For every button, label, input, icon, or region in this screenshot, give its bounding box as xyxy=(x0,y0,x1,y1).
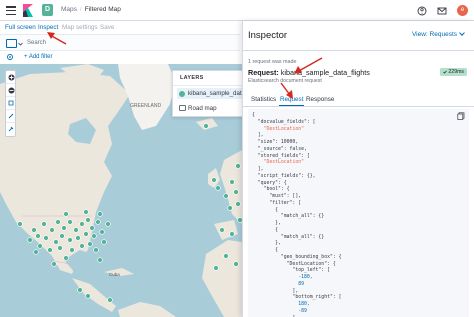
layer-item-road-map[interactable]: Road map xyxy=(177,103,243,114)
query-bar: Search xyxy=(0,34,240,51)
mail-icon[interactable] xyxy=(437,6,447,16)
breadcrumb-maps[interactable]: Maps xyxy=(61,6,77,13)
tools-button[interactable] xyxy=(6,123,15,136)
code-line: "DestLocation" xyxy=(263,160,304,166)
filter-row: + Add filter xyxy=(0,51,240,63)
code-line: ], xyxy=(252,133,264,139)
view-requests-label: View: Requests xyxy=(411,31,457,38)
request-label: Request: xyxy=(248,68,279,77)
breadcrumb: Maps / Filtered Map xyxy=(61,6,121,13)
code-line: "script_fields": {}, xyxy=(252,173,316,179)
code-line: "filter": [ xyxy=(252,200,302,206)
code-line: "geo_bounding_box": { xyxy=(252,254,342,260)
layer-item-label: Road map xyxy=(188,105,217,112)
code-line: "top_left": [ xyxy=(252,268,330,274)
code-line: }, xyxy=(252,221,281,226)
request-description: Elasticsearch document request xyxy=(248,78,322,84)
requests-count: 1 request was made xyxy=(248,59,297,65)
search-input[interactable]: Search xyxy=(27,40,46,46)
space-avatar[interactable]: D xyxy=(42,4,53,16)
tile-layer-icon xyxy=(179,105,186,111)
layer-item-flights[interactable]: kibana_sample_data_... xyxy=(177,88,254,99)
chevron-down-icon[interactable] xyxy=(18,42,23,46)
request-title: Request: kibana_sample_data_flights xyxy=(248,68,370,77)
kibana-logo-icon[interactable] xyxy=(22,4,34,17)
plus-icon xyxy=(8,74,14,80)
code-line: { xyxy=(252,248,278,253)
tab-response[interactable]: Response xyxy=(306,96,334,103)
layers-title: LAYERS xyxy=(180,75,204,81)
tab-request[interactable]: Request xyxy=(280,96,303,103)
zoom-out-button[interactable] xyxy=(6,84,15,97)
code-line: -89 xyxy=(298,308,307,314)
help-icon[interactable] xyxy=(417,6,427,16)
wrench-icon xyxy=(8,126,14,132)
map-settings-link[interactable]: Map settings xyxy=(62,24,98,31)
chevron-down-icon xyxy=(459,29,465,36)
code-line: }, xyxy=(252,241,281,247)
request-name: kibana_sample_data_flights xyxy=(280,68,370,77)
code-line: 89 xyxy=(298,281,304,287)
code-line: { xyxy=(252,227,278,233)
polygon-icon xyxy=(8,100,14,106)
full-screen-link[interactable]: Full screen xyxy=(5,24,36,31)
code-line: "size": 10000, xyxy=(252,140,299,145)
code-line: "match_all": {} xyxy=(252,214,325,220)
status-badge: 229ms xyxy=(440,68,467,76)
code-lines: { "docvalue_fields": [ "DestLocation" ],… xyxy=(252,113,342,317)
point-layer-icon xyxy=(179,91,185,97)
map-toolbar: Full screen Inspect Map settings Save xyxy=(0,21,240,34)
user-avatar[interactable]: e xyxy=(457,5,468,16)
draw-shape-button[interactable] xyxy=(6,97,15,110)
inspector-flyout: Inspector View: Requests 1 request was m… xyxy=(242,21,474,317)
draw-bounds-button[interactable] xyxy=(6,110,15,123)
code-line: "DestLocation" xyxy=(263,126,304,132)
save-link[interactable]: Save xyxy=(100,24,114,31)
code-line: 180, xyxy=(298,302,310,307)
code-line: "bottom_right": [ xyxy=(252,295,342,301)
layers-panel: LAYERS kibana_sample_data_... Road map xyxy=(172,70,254,117)
map-tool-controls xyxy=(5,70,16,137)
code-line: "_source": false, xyxy=(252,146,307,152)
time-label: 229ms xyxy=(448,69,464,75)
code-line: "bool": { xyxy=(252,187,290,193)
code-line: -180, xyxy=(298,275,313,280)
code-line: "must": [], xyxy=(252,194,302,199)
minus-icon xyxy=(8,87,14,93)
code-line: ], xyxy=(252,167,264,172)
code-line: { xyxy=(252,113,255,118)
label-greenland: GREENLAND xyxy=(130,103,162,109)
request-code-block: { "docvalue_fields": [ "DestLocation" ],… xyxy=(248,109,469,317)
filter-options-icon[interactable] xyxy=(6,53,14,61)
view-requests-dropdown[interactable]: View: Requests xyxy=(411,29,465,38)
breadcrumb-current: Filtered Map xyxy=(84,6,121,13)
tab-statistics[interactable]: Statistics xyxy=(251,96,276,103)
header-actions: e xyxy=(417,5,468,16)
zoom-in-button[interactable] xyxy=(6,71,15,84)
menu-icon[interactable] xyxy=(6,6,16,16)
inspector-title: Inspector xyxy=(248,30,288,41)
ruler-icon xyxy=(8,113,14,119)
top-bar: D Maps / Filtered Map e xyxy=(0,0,474,21)
copy-icon[interactable] xyxy=(457,112,465,120)
inspect-link[interactable]: Inspect xyxy=(38,24,58,31)
calendar-icon[interactable] xyxy=(6,39,17,48)
check-icon xyxy=(443,70,448,74)
code-line: "docvalue_fields": [ xyxy=(252,119,316,125)
add-filter-button[interactable]: + Add filter xyxy=(24,54,53,60)
label-cuba: Cuba xyxy=(109,272,120,277)
